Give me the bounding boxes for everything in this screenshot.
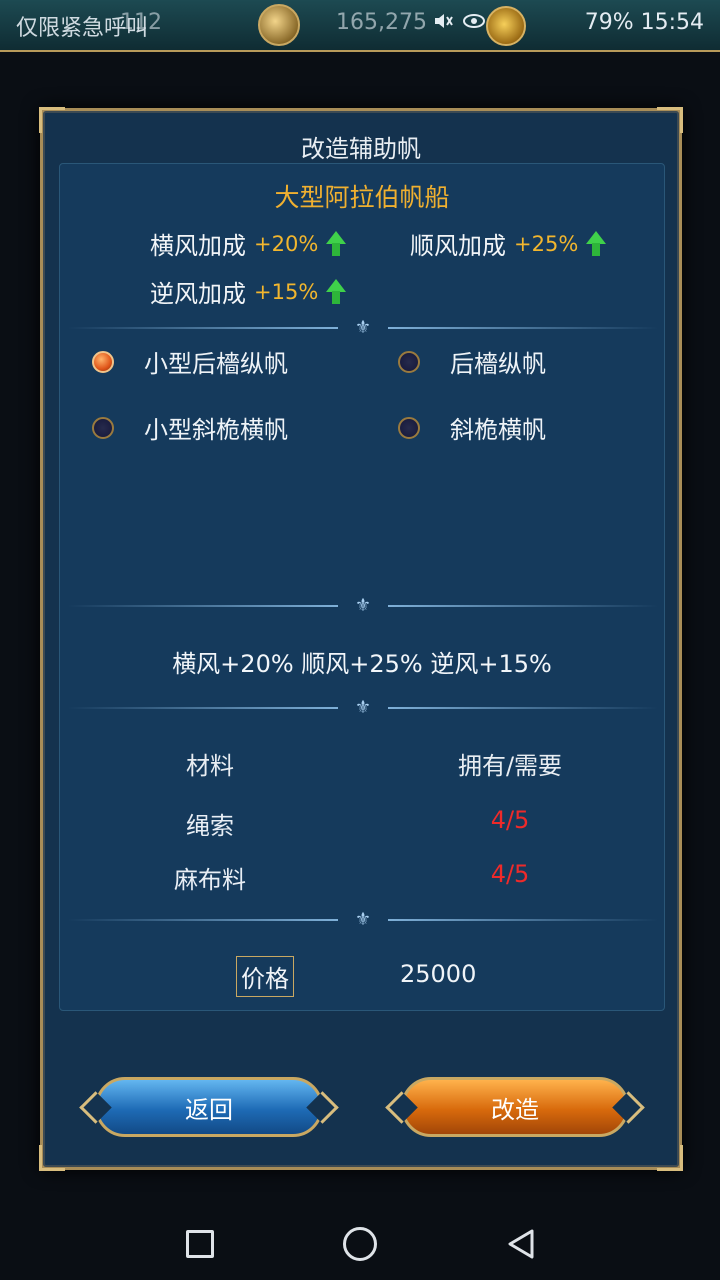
money-amount: 165,275 (336, 10, 427, 35)
gold-coin-icon[interactable] (486, 6, 526, 46)
option-bowsprit-sail[interactable]: 斜桅横帆 (398, 410, 546, 445)
arrow-up-icon (326, 230, 347, 257)
divider: ⚜ (68, 910, 658, 930)
bonus-headwind: 逆风加成 +15% (150, 274, 347, 309)
option-label: 后檣纵帆 (450, 350, 546, 378)
back-button[interactable]: 返回 (95, 1077, 323, 1137)
bonus-crosswind: 横风加成 +20% (150, 226, 347, 261)
arrow-up-icon (326, 278, 347, 305)
materials-header: 材料 (186, 752, 234, 780)
arrow-up-icon (586, 230, 607, 257)
eye-icon (463, 14, 485, 28)
radio-selected-icon[interactable] (92, 350, 114, 373)
ship-name: 大型阿拉伯帆船 (274, 183, 450, 212)
corner-ornament (39, 1145, 65, 1171)
material-name: 麻布料 (174, 866, 246, 894)
option-label: 斜桅横帆 (450, 416, 546, 444)
material-count: 4/5 (490, 860, 530, 888)
modify-button[interactable]: 改造 (401, 1077, 629, 1137)
modify-sail-dialog: 改造辅助帆 大型阿拉伯帆船 横风加成 +20% 顺风加成 +25% 逆风加成 +… (39, 107, 683, 1171)
divider: ⚜ (68, 596, 658, 616)
dialog-title: 改造辅助帆 (301, 135, 421, 163)
bonus-value: +20% (254, 231, 319, 256)
material-name: 绳索 (186, 812, 234, 840)
bonus-value: +25% (514, 231, 579, 256)
option-small-gaff-sail[interactable]: 小型后檣纵帆 (92, 344, 288, 379)
bonus-label: 逆风加成 (150, 280, 246, 308)
battery-time: 79% 15:54 (584, 10, 704, 35)
radio-icon[interactable] (398, 416, 420, 439)
mute-icon (435, 14, 453, 28)
bonus-tailwind: 顺风加成 +25% (410, 226, 607, 261)
divider: ⚜ (68, 698, 658, 718)
material-count: 4/5 (490, 806, 530, 834)
system-nav-bar (0, 1206, 720, 1280)
ornament-icon: ⚜ (354, 595, 372, 616)
count-header: 拥有/需要 (457, 752, 563, 780)
compass-icon[interactable] (258, 4, 300, 46)
player-level: 112 (120, 10, 162, 35)
bonus-label: 横风加成 (150, 232, 246, 260)
option-label: 小型斜桅横帆 (144, 416, 288, 444)
home-icon[interactable] (343, 1227, 377, 1261)
radio-icon[interactable] (92, 416, 114, 439)
bonus-label: 顺风加成 (410, 232, 506, 260)
corner-ornament (657, 1145, 683, 1171)
back-icon[interactable] (506, 1228, 536, 1260)
status-icons (432, 10, 486, 32)
option-small-bowsprit-sail[interactable]: 小型斜桅横帆 (92, 410, 288, 445)
radio-icon[interactable] (398, 350, 420, 373)
ornament-icon: ⚜ (354, 317, 372, 338)
price-label: 价格 (236, 956, 294, 997)
bonus-value: +15% (254, 279, 319, 304)
recent-apps-icon[interactable] (186, 1230, 214, 1258)
ornament-icon: ⚜ (354, 697, 372, 718)
price-value: 25000 (400, 960, 477, 988)
dialog-content: 大型阿拉伯帆船 横风加成 +20% 顺风加成 +25% 逆风加成 +15% ⚜ … (59, 163, 665, 1011)
option-gaff-sail[interactable]: 后檣纵帆 (398, 344, 546, 379)
ornament-icon: ⚜ (354, 909, 372, 930)
option-label: 小型后檣纵帆 (144, 350, 288, 378)
bonus-summary: 横风+20% 顺风+25% 逆风+15% (172, 650, 552, 678)
status-bar: 仅限紧急呼叫 112 165,275 79% 15:54 (0, 0, 720, 52)
divider: ⚜ (68, 318, 658, 338)
